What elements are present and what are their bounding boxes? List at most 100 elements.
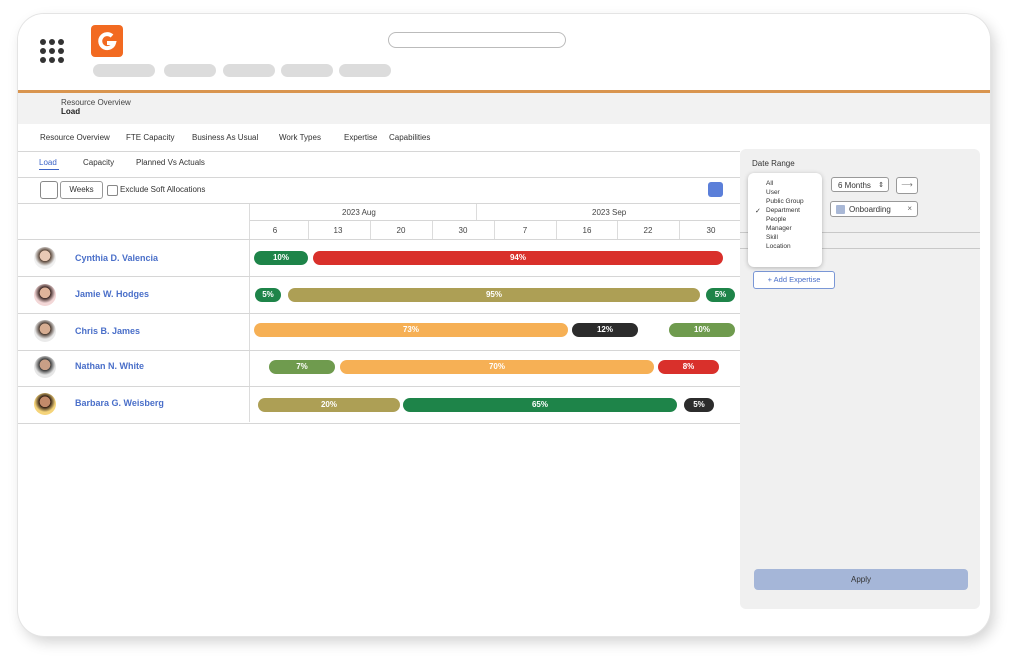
allocation-bar[interactable]: 95% bbox=[288, 288, 700, 302]
month-separator bbox=[476, 204, 477, 220]
nav-placeholder-3[interactable] bbox=[223, 64, 275, 77]
select-all-box[interactable] bbox=[40, 181, 58, 199]
app-grid-icon[interactable] bbox=[40, 39, 64, 63]
tab-capacity[interactable]: Capacity bbox=[83, 158, 114, 167]
dropdown-option-selected[interactable]: Department bbox=[766, 207, 800, 214]
exclude-soft-checkbox[interactable] bbox=[107, 185, 118, 196]
subtabs-divider bbox=[18, 177, 740, 178]
tab-resource-overview[interactable]: Resource Overview bbox=[40, 133, 110, 142]
allocation-bar[interactable]: 8% bbox=[658, 360, 719, 374]
tag-label: Onboarding bbox=[849, 205, 891, 214]
close-icon[interactable]: × bbox=[907, 204, 912, 213]
months-select[interactable]: 6 Months ⇕ bbox=[831, 177, 889, 192]
dropdown-option[interactable]: People bbox=[766, 216, 786, 223]
day-label: 20 bbox=[396, 226, 406, 235]
resource-name[interactable]: Nathan N. White bbox=[75, 361, 144, 371]
main-tabs: Resource Overview FTE Capacity Business … bbox=[18, 130, 980, 150]
arrow-right-button[interactable]: ⟶ bbox=[896, 177, 918, 194]
nav-placeholder-1[interactable] bbox=[93, 64, 155, 77]
day-label: 22 bbox=[643, 226, 653, 235]
app-window: Resource Overview Load Resource Overview… bbox=[18, 14, 990, 636]
allocation-bar[interactable]: 65% bbox=[403, 398, 677, 412]
month-label: 2023 Aug bbox=[342, 208, 376, 217]
allocation-bar[interactable]: 5% bbox=[706, 288, 735, 302]
day-label: 6 bbox=[272, 226, 278, 235]
active-tab-indicator bbox=[39, 169, 59, 170]
tab-capabilities[interactable]: Capabilities bbox=[389, 133, 430, 142]
dropdown-option[interactable]: Location bbox=[766, 243, 791, 250]
months-select-value: 6 Months bbox=[838, 181, 871, 190]
day-label: 30 bbox=[706, 226, 716, 235]
allocation-bar[interactable]: 10% bbox=[669, 323, 735, 337]
day-separator bbox=[308, 221, 309, 239]
logo-g-icon bbox=[98, 32, 117, 51]
tab-expertise[interactable]: Expertise bbox=[344, 133, 377, 142]
allocation-bar[interactable]: 10% bbox=[254, 251, 308, 265]
day-separator bbox=[370, 221, 371, 239]
day-separator bbox=[617, 221, 618, 239]
nav-placeholder-5[interactable] bbox=[339, 64, 391, 77]
month-label: 2023 Sep bbox=[592, 208, 627, 217]
tag-color-swatch bbox=[836, 205, 845, 214]
day-separator bbox=[494, 221, 495, 239]
allocation-bar[interactable]: 70% bbox=[340, 360, 654, 374]
avatar bbox=[34, 320, 56, 342]
resource-name[interactable]: Chris B. James bbox=[75, 326, 140, 336]
allocation-bar[interactable]: 5% bbox=[684, 398, 714, 412]
stepper-icon: ⇕ bbox=[878, 182, 884, 189]
check-icon: ✓ bbox=[755, 208, 761, 215]
tag-chip[interactable]: Onboarding × bbox=[830, 201, 918, 217]
tab-load[interactable]: Load bbox=[39, 158, 57, 167]
resource-name[interactable]: Jamie W. Hodges bbox=[75, 289, 149, 299]
breadcrumb-parent[interactable]: Resource Overview bbox=[61, 98, 131, 107]
day-label: 16 bbox=[582, 226, 592, 235]
exclude-soft-label: Exclude Soft Allocations bbox=[120, 185, 206, 194]
breadcrumb: Resource Overview Load bbox=[18, 93, 990, 124]
nav-placeholder-4[interactable] bbox=[281, 64, 333, 77]
allocation-bar[interactable]: 73% bbox=[254, 323, 568, 337]
allocation-bar[interactable]: 94% bbox=[313, 251, 723, 265]
period-select[interactable]: Weeks bbox=[60, 181, 103, 199]
avatar bbox=[34, 356, 56, 378]
settings-square-button[interactable] bbox=[708, 182, 723, 197]
top-bar bbox=[18, 14, 990, 90]
day-separator bbox=[679, 221, 680, 239]
tab-work-types[interactable]: Work Types bbox=[279, 133, 321, 142]
dropdown-option[interactable]: Manager bbox=[766, 225, 792, 232]
filter-type-dropdown: All User Public Group ✓ Department Peopl… bbox=[748, 173, 822, 267]
page-title: Load bbox=[61, 107, 81, 116]
allocation-bar[interactable]: 12% bbox=[572, 323, 638, 337]
resource-row: Barbara G. Weisberg 20% 65% 5% bbox=[18, 387, 740, 424]
filter-panel: Date Range 6 Months ⇕ ⟶ Onboarding × + Ad… bbox=[740, 149, 980, 609]
resource-row: Chris B. James 73% 12% 10% bbox=[18, 314, 740, 351]
timeline-top-border bbox=[18, 203, 740, 204]
avatar bbox=[34, 247, 56, 269]
resource-row: Nathan N. White 7% 70% 8% bbox=[18, 350, 740, 387]
day-label: 30 bbox=[458, 226, 468, 235]
apply-button[interactable]: Apply bbox=[754, 569, 968, 590]
resource-name[interactable]: Cynthia D. Valencia bbox=[75, 253, 158, 263]
allocation-bar[interactable]: 20% bbox=[258, 398, 400, 412]
dropdown-option[interactable]: All bbox=[766, 180, 773, 187]
resource-row: Cynthia D. Valencia 10% 94% bbox=[18, 240, 740, 277]
dropdown-option[interactable]: Skill bbox=[766, 234, 778, 241]
resource-name[interactable]: Barbara G. Weisberg bbox=[75, 398, 164, 408]
tab-business-as-usual[interactable]: Business As Usual bbox=[192, 133, 258, 142]
day-separator bbox=[556, 221, 557, 239]
allocation-bar[interactable]: 7% bbox=[269, 360, 335, 374]
avatar bbox=[34, 284, 56, 306]
tab-fte-capacity[interactable]: FTE Capacity bbox=[126, 133, 174, 142]
app-logo[interactable] bbox=[91, 25, 123, 57]
search-input[interactable] bbox=[388, 32, 566, 48]
tab-planned-vs-actuals[interactable]: Planned Vs Actuals bbox=[136, 158, 205, 167]
dropdown-option[interactable]: User bbox=[766, 189, 780, 196]
nav-placeholder-2[interactable] bbox=[164, 64, 216, 77]
allocation-bar[interactable]: 5% bbox=[255, 288, 281, 302]
date-range-label: Date Range bbox=[752, 159, 795, 168]
day-label: 13 bbox=[333, 226, 343, 235]
dropdown-option[interactable]: Public Group bbox=[766, 198, 804, 205]
add-expertise-button[interactable]: + Add Expertise bbox=[753, 271, 835, 289]
tabs-divider bbox=[18, 151, 740, 152]
day-separator bbox=[432, 221, 433, 239]
day-label: 7 bbox=[522, 226, 528, 235]
